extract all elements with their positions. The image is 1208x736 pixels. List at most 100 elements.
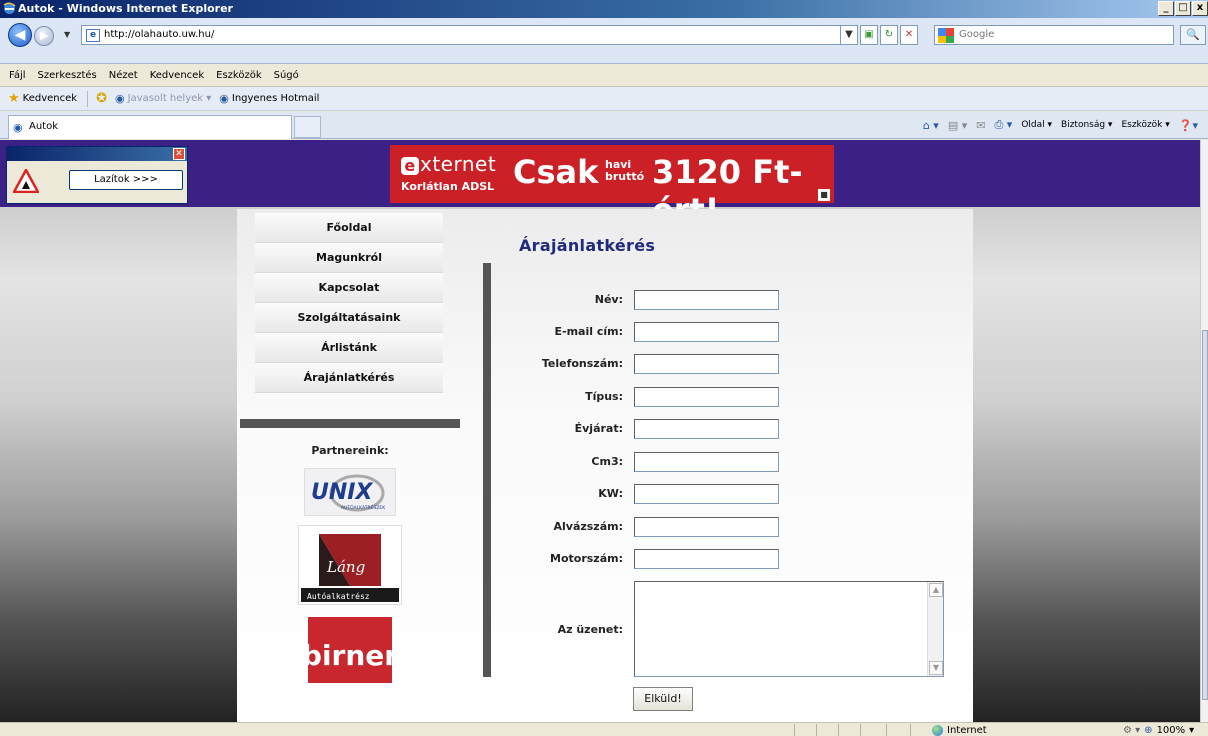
ie-small-icon: ◉ xyxy=(114,92,125,105)
close-button[interactable]: x xyxy=(1192,1,1208,16)
popup-close-icon[interactable]: ✕ xyxy=(173,148,185,160)
search-icon[interactable]: 🔍 xyxy=(1180,25,1206,45)
page-menu[interactable]: Oldal ▾ xyxy=(1021,120,1052,130)
globe-icon xyxy=(932,724,943,736)
lazitok-button[interactable]: Lazítok >>> xyxy=(69,170,183,190)
tab-title: Autok xyxy=(29,121,59,132)
externet-logo-icon: e xyxy=(401,157,419,175)
submit-button[interactable]: Elküld! xyxy=(633,687,693,711)
mail-icon[interactable]: ✉ xyxy=(976,119,985,132)
safety-menu[interactable]: Biztonság ▾ xyxy=(1061,120,1112,130)
externet-ad[interactable]: e xternet Korlátlan ADSL Csak havi bruttó … xyxy=(390,145,834,229)
ad-close-icon[interactable]: ■ xyxy=(818,189,830,201)
tab-row: ◉ Autok ⌂ ▾ ▤ ▾ ✉ ⎙ ▾ Oldal ▾ Biztonság … xyxy=(0,112,1208,139)
refresh-icon[interactable]: ↻ xyxy=(880,25,898,45)
search-input[interactable]: Google xyxy=(934,25,1174,45)
zoom-level: 100% xyxy=(1156,724,1186,736)
nav-fooldal[interactable]: Főoldal xyxy=(255,213,443,243)
menu-tools[interactable]: Eszközök xyxy=(215,69,263,82)
url-text[interactable]: http://olahauto.uw.hu/ xyxy=(104,29,214,40)
page-icon: e xyxy=(86,29,100,42)
home-icon[interactable]: ⌂ ▾ xyxy=(923,119,939,132)
input-nev[interactable] xyxy=(634,290,779,310)
svg-text:Autóalkatrész: Autóalkatrész xyxy=(307,591,370,601)
maximize-button[interactable]: □ xyxy=(1175,1,1191,16)
warning-popup: ✕ Lazítok >>> xyxy=(6,146,188,204)
page-viewport: e xternet Korlátlan ADSL Csak havi bruttó … xyxy=(0,140,1200,722)
favorites-bar: ★ Kedvencek ✪ ◉ Javasolt helyek ▾ ◉ Ingy… xyxy=(0,87,1208,111)
message-textarea[interactable]: ▲ ▼ xyxy=(634,581,944,677)
add-favorite-button[interactable]: ✪ xyxy=(96,91,107,106)
form-title: Árajánlatkérés xyxy=(519,236,656,255)
scrollbar-thumb[interactable] xyxy=(1202,330,1208,700)
menu-bar: Fájl Szerkesztés Nézet Kedvencek Eszközö… xyxy=(0,65,1208,87)
input-kw[interactable] xyxy=(634,484,779,504)
hotmail-link[interactable]: ◉ Ingyenes Hotmail xyxy=(219,92,319,105)
zoom-dropdown-icon[interactable]: ▾ xyxy=(1189,725,1194,736)
status-cell xyxy=(860,724,861,736)
tools-menu[interactable]: Eszközök ▾ xyxy=(1121,120,1169,130)
search-placeholder: Google xyxy=(959,29,995,40)
input-telefonszam[interactable] xyxy=(634,354,779,374)
compatibility-icon[interactable]: ▣ xyxy=(860,25,878,45)
back-button[interactable]: ◀ xyxy=(8,23,32,47)
tab-ie-icon: ◉ xyxy=(13,121,23,134)
favorites-button[interactable]: ★ Kedvencek xyxy=(8,91,77,106)
help-icon[interactable]: ❓▾ xyxy=(1179,119,1198,132)
label-email: E-mail cím: xyxy=(554,325,624,338)
command-bar: ⌂ ▾ ▤ ▾ ✉ ⎙ ▾ Oldal ▾ Biztonság ▾ Eszköz… xyxy=(923,118,1198,132)
minimize-button[interactable]: _ xyxy=(1158,1,1174,16)
label-uzenet: Az üzenet: xyxy=(557,623,623,636)
suggested-sites-label: Javasolt helyek ▾ xyxy=(127,93,212,104)
tab-autok[interactable]: ◉ Autok xyxy=(8,115,292,139)
security-zone[interactable]: Internet xyxy=(932,723,987,736)
label-tipus: Típus: xyxy=(585,390,623,403)
status-cell xyxy=(910,724,911,736)
svg-text:birner: birner xyxy=(308,639,392,672)
favorites-separator xyxy=(87,90,89,107)
ad-csak: Csak xyxy=(513,153,599,191)
address-bar[interactable]: e http://olahauto.uw.hu/ xyxy=(81,25,854,45)
menu-file[interactable]: Fájl xyxy=(8,69,27,82)
textarea-scrollbar[interactable]: ▲ ▼ xyxy=(927,582,943,676)
suggested-sites-link[interactable]: ◉ Javasolt helyek ▾ xyxy=(115,92,211,105)
svg-text:Láng: Láng xyxy=(326,558,365,576)
input-tipus[interactable] xyxy=(634,387,779,407)
input-email[interactable] xyxy=(634,322,779,342)
internet-explorer-icon xyxy=(3,2,16,14)
new-tab-button[interactable] xyxy=(294,116,321,138)
label-kw: KW: xyxy=(598,487,623,500)
ad-subtitle: Korlátlan ADSL xyxy=(401,180,495,193)
history-dropdown-icon[interactable]: ▼ xyxy=(64,30,70,39)
scroll-down-icon[interactable]: ▼ xyxy=(929,661,943,675)
zoom-icon: ⊕ xyxy=(1144,724,1153,736)
ad-havi-brutto: havi bruttó xyxy=(605,158,645,183)
menu-edit[interactable]: Szerkesztés xyxy=(37,69,98,82)
address-dropdown-icon[interactable]: ▼ xyxy=(840,25,858,45)
input-evjarat[interactable] xyxy=(634,419,779,439)
input-cm3[interactable] xyxy=(634,452,779,472)
input-motorszam[interactable] xyxy=(634,549,779,569)
print-icon[interactable]: ⎙ ▾ xyxy=(994,118,1012,132)
status-cell xyxy=(838,724,839,736)
feeds-icon[interactable]: ▤ ▾ xyxy=(948,119,967,132)
menu-favorites[interactable]: Kedvencek xyxy=(149,69,205,82)
svg-text:UNIX: UNIX xyxy=(311,480,373,505)
nav-magunkrol[interactable]: Magunkról xyxy=(255,243,443,273)
forward-button[interactable]: ▶ xyxy=(34,26,54,46)
label-nev: Név: xyxy=(594,293,623,306)
birner-logo[interactable]: birner xyxy=(302,617,398,683)
lang-logo[interactable]: Láng Autóalkatrész xyxy=(298,525,402,605)
hotmail-label: Ingyenes Hotmail xyxy=(231,93,320,104)
popup-title-bar: ✕ xyxy=(7,147,187,161)
menu-view[interactable]: Nézet xyxy=(108,69,139,82)
stop-icon[interactable]: ✕ xyxy=(900,25,918,45)
zoom-control[interactable]: ⚙ ▾ ⊕ 100% ▾ xyxy=(1123,723,1194,736)
scroll-up-icon[interactable]: ▲ xyxy=(929,583,943,597)
label-telefonszam: Telefonszám: xyxy=(541,357,623,370)
protected-mode-icon: ⚙ ▾ xyxy=(1123,724,1141,736)
input-alvazszam[interactable] xyxy=(634,517,779,537)
page-scrollbar[interactable] xyxy=(1200,140,1208,722)
menu-help[interactable]: Súgó xyxy=(273,69,300,82)
google-logo-icon xyxy=(938,28,954,43)
